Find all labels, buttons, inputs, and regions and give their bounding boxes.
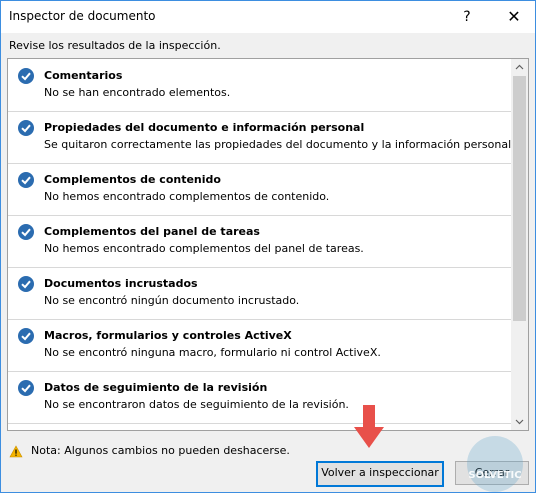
scrollbar-thumb[interactable] (513, 76, 526, 321)
results-list: Comentarios No se han encontrado element… (8, 59, 511, 430)
item-description: No hemos encontrado complementos de cont… (44, 190, 330, 203)
item-description: No se encontró ninguna macro, formulario… (44, 346, 381, 359)
window-title: Inspector de documento (9, 9, 156, 23)
results-subtitle: Revise los resultados de la inspección. (9, 39, 221, 52)
watermark-logo: SOLVETIC (467, 436, 523, 492)
item-title: Datos de seguimiento de la revisión (44, 381, 268, 394)
list-item: Propiedades del documento e información … (8, 111, 511, 164)
check-circle-icon (18, 172, 34, 188)
warning-icon (9, 445, 23, 461)
chevron-up-icon (515, 64, 524, 70)
item-title: Complementos de contenido (44, 173, 221, 186)
red-arrow-down-icon (353, 405, 385, 452)
reinspect-button[interactable]: Volver a inspeccionar (316, 461, 444, 487)
item-title: Propiedades del documento e información … (44, 121, 365, 134)
item-title: Documentos incrustados (44, 277, 198, 290)
check-circle-icon (18, 328, 34, 344)
note-text: Nota: Algunos cambios no pueden deshacer… (31, 444, 290, 457)
item-title: Comentarios (44, 69, 123, 82)
results-panel: Comentarios No se han encontrado element… (7, 58, 529, 431)
list-item: Macros, formularios y controles ActiveX … (8, 319, 511, 372)
item-description: No se encontró ningún documento incrusta… (44, 294, 300, 307)
list-item: Datos de seguimiento de la revisión No s… (8, 371, 511, 424)
document-inspector-dialog: Inspector de documento ? ✕ Revise los re… (0, 0, 536, 493)
check-circle-icon (18, 380, 34, 396)
close-window-button[interactable]: ✕ (497, 5, 531, 29)
item-description: No se han encontrado elementos. (44, 86, 231, 99)
item-description: No se encontraron datos de seguimiento d… (44, 398, 349, 411)
list-item: Comentarios No se han encontrado element… (8, 59, 511, 112)
list-item: Documentos incrustados No se encontró ni… (8, 267, 511, 320)
title-bar: Inspector de documento ? ✕ (1, 1, 535, 33)
scroll-up-button[interactable] (511, 59, 528, 76)
item-title: Macros, formularios y controles ActiveX (44, 329, 292, 342)
item-description: Se quitaron correctamente las propiedade… (44, 138, 511, 151)
check-circle-icon (18, 68, 34, 84)
item-title: Complementos del panel de tareas (44, 225, 260, 238)
scroll-down-button[interactable] (511, 413, 528, 430)
check-circle-icon (18, 224, 34, 240)
watermark-text: SOLVETIC (468, 470, 522, 481)
item-description: No hemos encontrado complementos del pan… (44, 242, 364, 255)
list-item: Complementos de contenido No hemos encon… (8, 163, 511, 216)
chevron-down-icon (515, 419, 524, 425)
help-button[interactable]: ? (453, 5, 481, 29)
check-circle-icon (18, 120, 34, 136)
list-item: Complementos del panel de tareas No hemo… (8, 215, 511, 268)
check-circle-icon (18, 276, 34, 292)
scrollbar[interactable] (511, 59, 528, 430)
